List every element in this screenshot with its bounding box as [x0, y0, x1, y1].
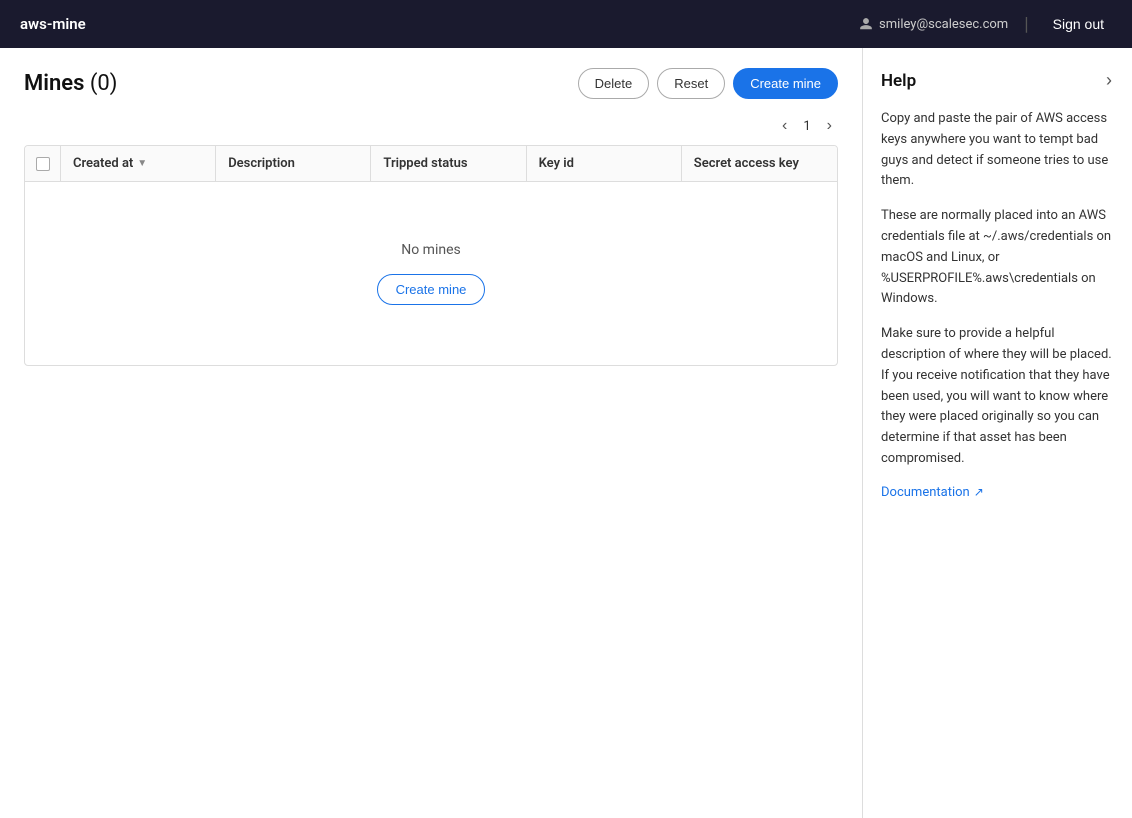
header-key-id: Key id: [527, 146, 682, 181]
header-checkbox-cell: [25, 146, 61, 181]
table-empty-state: No mines Create mine: [25, 182, 837, 365]
empty-text: No mines: [401, 242, 461, 258]
header-actions: Delete Reset Create mine: [578, 68, 838, 99]
content-area: Mines (0) Delete Reset Create mine ‹ 1 ›: [0, 48, 862, 818]
help-title: Help: [881, 71, 916, 91]
app-brand: aws-mine: [20, 15, 86, 33]
help-toggle-button[interactable]: ›: [1104, 68, 1114, 93]
next-page-button[interactable]: ›: [821, 115, 838, 137]
help-paragraph-2: These are normally placed into an AWS cr…: [881, 206, 1114, 310]
prev-page-button[interactable]: ‹: [776, 115, 793, 137]
help-header: Help ›: [881, 68, 1114, 93]
sort-icon[interactable]: ▼: [137, 158, 147, 169]
pagination-bar: ‹ 1 ›: [24, 115, 838, 137]
page-title: Mines (0): [24, 71, 117, 96]
help-panel: Help › Copy and paste the pair of AWS ac…: [862, 48, 1132, 818]
nav-right: smiley@scalesec.com | Sign out: [859, 12, 1112, 36]
table-header-row: Created at ▼ Description Tripped status …: [25, 146, 837, 182]
create-mine-button[interactable]: Create mine: [733, 68, 838, 99]
top-navbar: aws-mine smiley@scalesec.com | Sign out: [0, 0, 1132, 48]
mines-table: Created at ▼ Description Tripped status …: [24, 145, 838, 366]
header-description: Description: [216, 146, 371, 181]
user-email: smiley@scalesec.com: [879, 17, 1008, 32]
help-paragraph-1: Copy and paste the pair of AWS access ke…: [881, 109, 1114, 192]
main-layout: Mines (0) Delete Reset Create mine ‹ 1 ›: [0, 48, 1132, 818]
page-header: Mines (0) Delete Reset Create mine: [24, 68, 838, 99]
current-page: 1: [797, 117, 816, 136]
header-tripped-status: Tripped status: [371, 146, 526, 181]
external-link-icon: ↗: [974, 485, 984, 499]
select-all-checkbox[interactable]: [36, 157, 50, 171]
create-mine-inline-button[interactable]: Create mine: [377, 274, 486, 305]
help-paragraph-3: Make sure to provide a helpful descripti…: [881, 324, 1114, 470]
signout-button[interactable]: Sign out: [1045, 12, 1112, 36]
header-created-at: Created at ▼: [61, 146, 216, 181]
user-icon: [859, 17, 873, 31]
reset-button[interactable]: Reset: [657, 68, 725, 99]
delete-button[interactable]: Delete: [578, 68, 650, 99]
help-body: Copy and paste the pair of AWS access ke…: [881, 109, 1114, 500]
documentation-link[interactable]: Documentation ↗: [881, 485, 984, 500]
header-secret-access-key: Secret access key: [682, 146, 837, 181]
user-info: smiley@scalesec.com: [859, 17, 1008, 32]
nav-divider: |: [1024, 14, 1028, 35]
